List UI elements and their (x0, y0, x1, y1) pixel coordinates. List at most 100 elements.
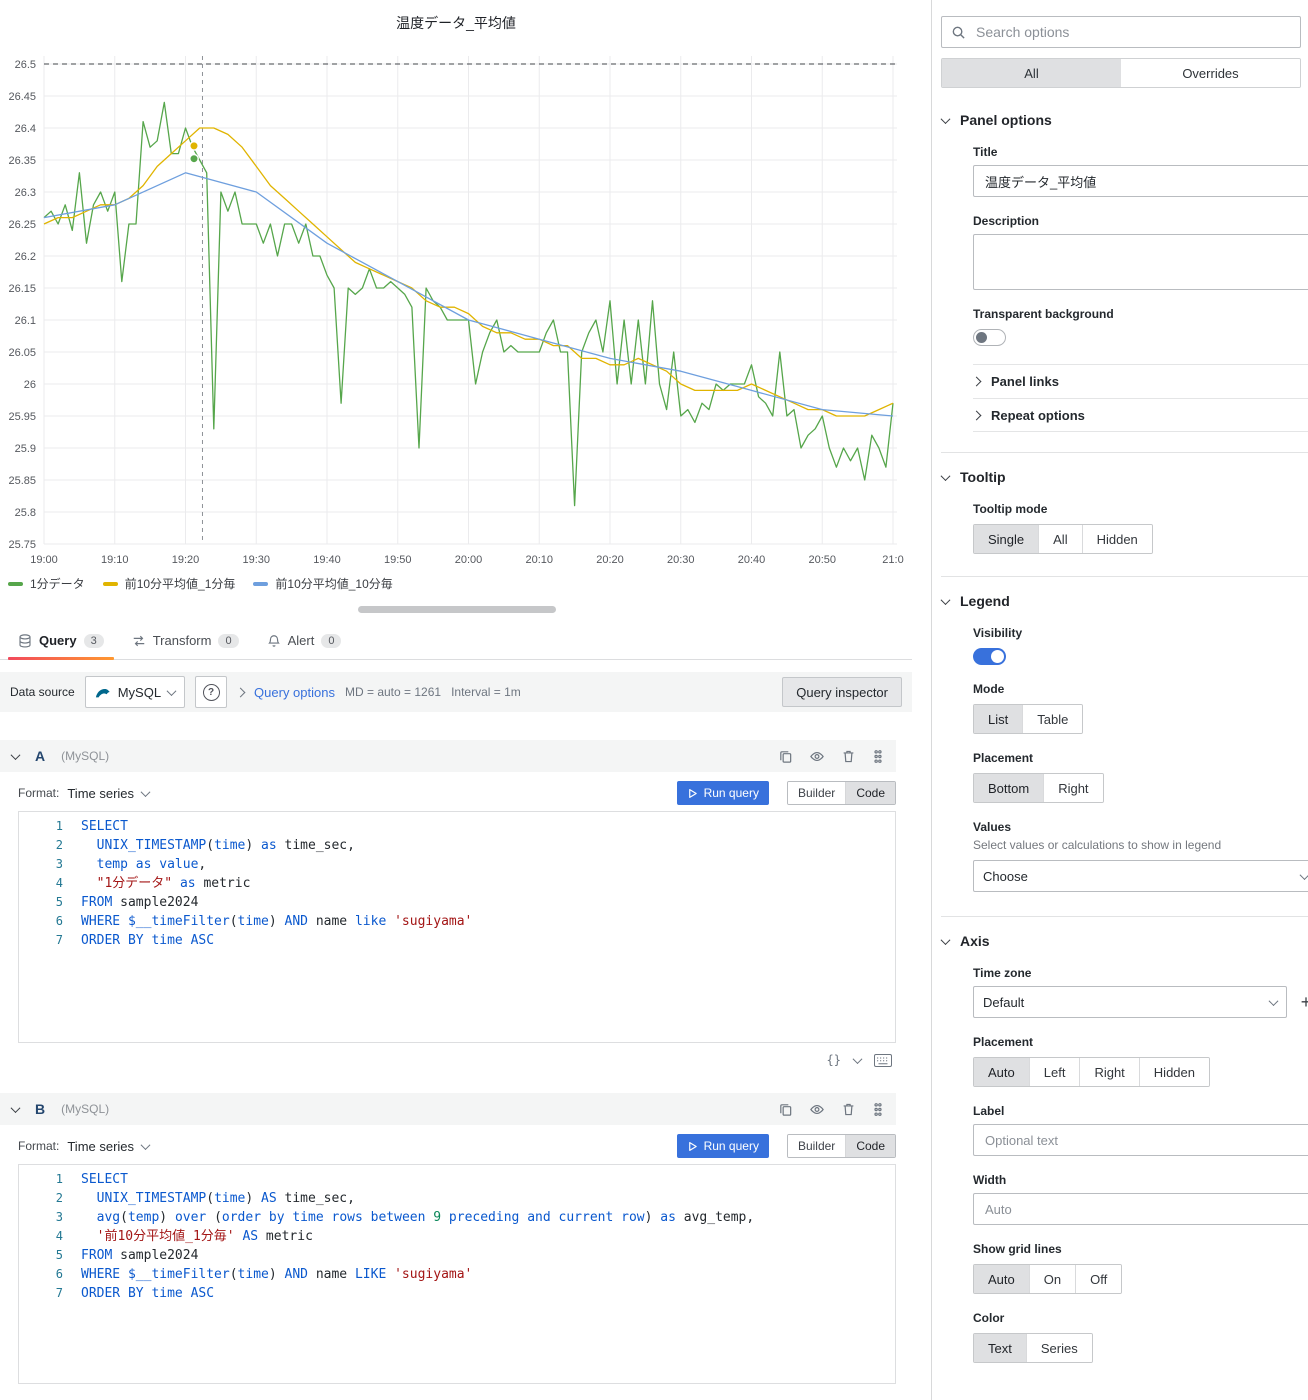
drag-query-handle[interactable] (872, 1102, 884, 1117)
chevron-right-icon (972, 377, 982, 387)
query-a-header[interactable]: A (MySQL) (0, 740, 896, 772)
tooltip-mode-single[interactable]: Single (974, 525, 1038, 553)
delete-query-button[interactable] (841, 749, 856, 764)
query-b-header[interactable]: B (MySQL) (0, 1093, 896, 1125)
format-select[interactable]: Time series (67, 786, 149, 801)
collapse-chevron-icon[interactable] (11, 1103, 21, 1113)
svg-text:25.8: 25.8 (15, 507, 36, 519)
query-inspector-button[interactable]: Query inspector (782, 677, 902, 707)
tab-query[interactable]: Query 3 (4, 622, 118, 659)
axis-placement-right[interactable]: Right (1079, 1058, 1138, 1086)
format-select[interactable]: Time series (67, 1139, 149, 1154)
legend-item-series3[interactable]: 前10分平均値_10分毎 (253, 575, 392, 592)
datasource-picker[interactable]: MySQL (85, 676, 185, 708)
add-timezone-button[interactable]: + (1294, 987, 1308, 1017)
tooltip-section-header[interactable]: Tooltip (942, 469, 1308, 485)
description-textarea[interactable] (973, 234, 1308, 290)
axis-placement-hidden[interactable]: Hidden (1139, 1058, 1209, 1086)
run-query-b-button[interactable]: Run query (677, 1134, 769, 1158)
transform-count-badge: 0 (218, 634, 238, 648)
legend-item-series1[interactable]: 1分データ (8, 575, 85, 592)
legend-item-series2[interactable]: 前10分平均値_1分毎 (103, 575, 236, 592)
tab-alert[interactable]: Alert 0 (253, 622, 356, 659)
axis-section-header[interactable]: Axis (942, 933, 1308, 949)
axis-color-series[interactable]: Series (1026, 1334, 1092, 1362)
grid-lines-on[interactable]: On (1029, 1265, 1075, 1293)
options-search-input[interactable] (974, 23, 1291, 41)
axis-width-input[interactable] (983, 1201, 1308, 1218)
tab-query-label: Query (39, 633, 77, 648)
tab-all[interactable]: All (942, 59, 1121, 87)
repeat-options-section[interactable]: Repeat options (973, 398, 1308, 432)
svg-text:19:00: 19:00 (30, 554, 58, 566)
svg-text:26: 26 (24, 379, 36, 391)
svg-text:20:20: 20:20 (596, 554, 624, 566)
keyboard-icon[interactable] (874, 1054, 892, 1067)
builder-mode-option[interactable]: Builder (788, 1135, 845, 1157)
trash-icon (841, 1102, 856, 1117)
chevron-down-icon[interactable] (853, 1054, 863, 1064)
tab-transform[interactable]: Transform 0 (118, 622, 253, 659)
legend-visibility-toggle[interactable] (973, 648, 1006, 665)
panel-options-section-header[interactable]: Panel options (942, 112, 1308, 128)
grid-lines-off[interactable]: Off (1075, 1265, 1121, 1293)
panel-title-input[interactable] (983, 173, 1308, 190)
duplicate-query-button[interactable] (778, 1102, 793, 1117)
legend-section-header[interactable]: Legend (942, 593, 1308, 609)
legend-placement-bottom[interactable]: Bottom (974, 774, 1043, 802)
timeseries-chart[interactable]: 26.526.4526.426.3526.326.2526.226.1526.1… (0, 36, 912, 576)
sql-editor-a[interactable]: 1SELECT2 UNIX_TIMESTAMP(time) as time_se… (18, 811, 896, 1043)
grid-lines-auto[interactable]: Auto (974, 1265, 1029, 1293)
panel-resize-handle[interactable] (358, 606, 556, 613)
run-query-a-button[interactable]: Run query (677, 781, 769, 805)
transparent-background-toggle[interactable] (973, 329, 1006, 346)
grip-icon (872, 749, 884, 764)
code-mode-option[interactable]: Code (845, 1135, 895, 1157)
timezone-select[interactable]: Default (973, 986, 1287, 1018)
delete-query-button[interactable] (841, 1102, 856, 1117)
panel-links-section[interactable]: Panel links (973, 364, 1308, 398)
play-icon (687, 788, 698, 799)
hide-query-button[interactable] (809, 749, 825, 764)
svg-text:26.3: 26.3 (15, 187, 36, 199)
code-mode-option[interactable]: Code (845, 782, 895, 804)
legend-placement-right[interactable]: Right (1043, 774, 1102, 802)
tab-overrides[interactable]: Overrides (1121, 59, 1300, 87)
axis-placement-left[interactable]: Left (1029, 1058, 1080, 1086)
svg-text:26.25: 26.25 (8, 219, 36, 231)
builder-mode-option[interactable]: Builder (788, 782, 845, 804)
tooltip-mode-hidden[interactable]: Hidden (1082, 525, 1152, 553)
axis-label-input[interactable] (983, 1132, 1308, 1149)
chevron-down-icon (941, 595, 951, 605)
duplicate-query-button[interactable] (778, 749, 793, 764)
svg-text:20:50: 20:50 (808, 554, 836, 566)
editor-tab-bar: Query 3 Transform 0 Alert 0 (0, 622, 912, 660)
chevron-down-icon (1269, 996, 1279, 1006)
options-search[interactable] (941, 16, 1301, 48)
collapse-chevron-icon[interactable] (11, 750, 21, 760)
tooltip-mode-all[interactable]: All (1038, 525, 1081, 553)
eye-icon (809, 1102, 825, 1117)
grid-lines-label: Show grid lines (973, 1242, 1308, 1256)
svg-text:25.9: 25.9 (15, 443, 36, 455)
chart-panel: 温度データ_平均値 26.526.4526.426.3526.326.2526.… (0, 0, 912, 600)
svg-text:19:20: 19:20 (172, 554, 200, 566)
axis-width-label: Width (973, 1173, 1308, 1187)
chevron-right-icon (972, 410, 982, 420)
format-code-button[interactable]: {} (827, 1053, 841, 1067)
axis-color-text[interactable]: Text (974, 1334, 1026, 1362)
hide-query-button[interactable] (809, 1102, 825, 1117)
series3-swatch (253, 582, 268, 586)
query-options-toggle[interactable]: Query options (254, 685, 335, 700)
mysql-icon (95, 686, 111, 699)
legend-mode-table[interactable]: Table (1022, 705, 1082, 733)
sql-editor-b[interactable]: 1SELECT2 UNIX_TIMESTAMP(time) AS time_se… (18, 1164, 896, 1384)
axis-placement-auto[interactable]: Auto (974, 1058, 1029, 1086)
legend-mode-list[interactable]: List (974, 705, 1022, 733)
query-a-refid: A (35, 748, 45, 764)
max-data-points: MD = auto = 1261 (345, 685, 441, 699)
drag-query-handle[interactable] (872, 749, 884, 764)
transform-icon (132, 634, 146, 648)
datasource-help-button[interactable]: ? (195, 676, 227, 708)
legend-values-select[interactable]: Choose (973, 860, 1308, 892)
